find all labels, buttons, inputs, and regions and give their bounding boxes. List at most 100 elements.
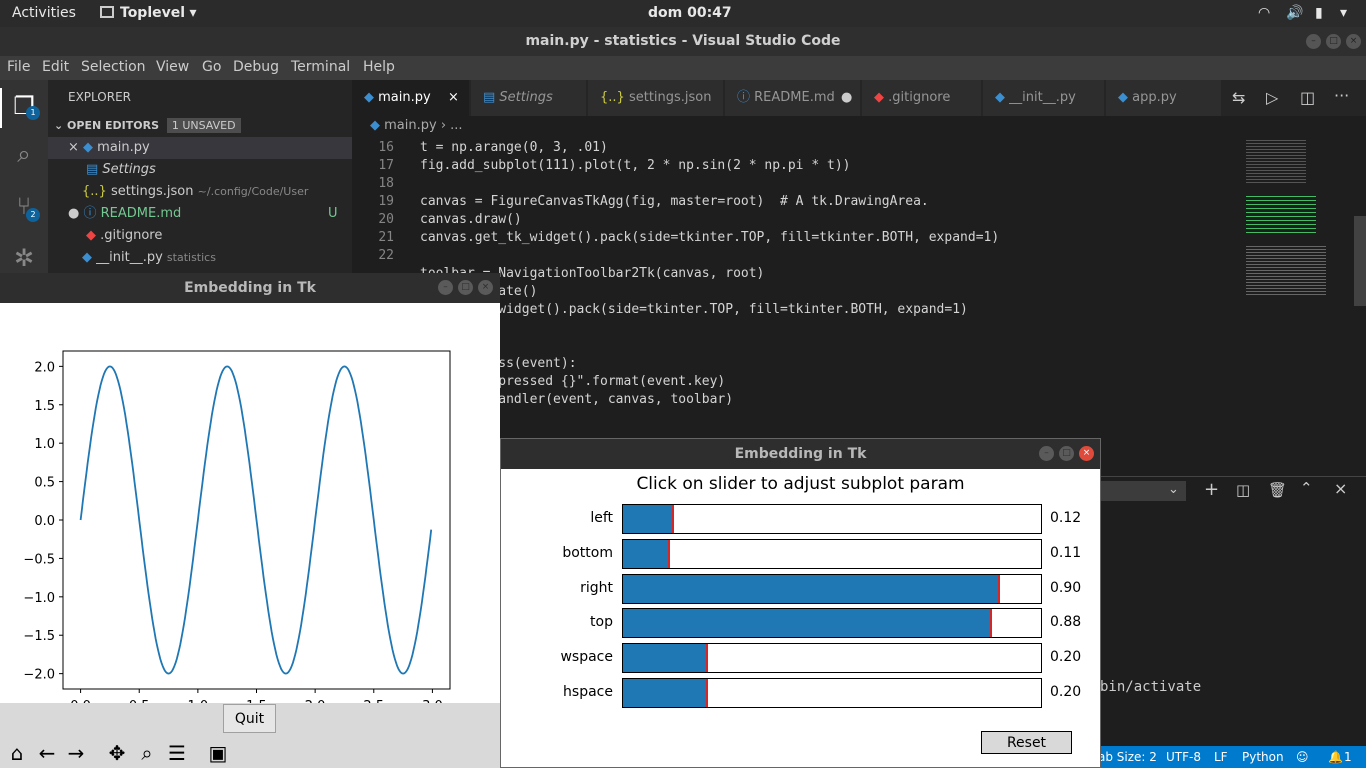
open-editor-gitignore[interactable]: ◆ .gitignore	[48, 225, 352, 247]
open-editor-readme[interactable]: ● ⓘ README.md U	[48, 203, 352, 225]
editor-scrollbar[interactable]	[1354, 136, 1366, 476]
code-line[interactable]: 16 t = np.arange(0, 3, .01)	[352, 139, 1252, 157]
volume-icon[interactable]: 🔊	[1286, 5, 1303, 21]
slider-value-marker	[705, 679, 708, 707]
unsaved-dot-icon[interactable]: ●	[841, 80, 852, 116]
plot-canvas[interactable]: 0.0 0.5 1.0 1.5 2.0 2.5 3.0 2.0 1.5 1.0 0.5 0.0 −0.5…	[0, 303, 500, 714]
code-line[interactable]: 22	[352, 247, 1252, 265]
home-icon[interactable]: ⌂	[4, 740, 30, 766]
save-icon[interactable]: ▣	[205, 740, 231, 766]
slider-top[interactable]	[622, 608, 1042, 639]
split-terminal-icon[interactable]: ◫	[1236, 481, 1250, 499]
slider-left[interactable]	[622, 504, 1042, 534]
tab-settings[interactable]: ▤ Settings	[471, 80, 587, 116]
tab-gitignore[interactable]: ◆ .gitignore	[862, 80, 982, 116]
menu-debug[interactable]: Debug	[233, 59, 279, 75]
info-file-icon: ⓘ	[83, 206, 101, 221]
tab-main-py[interactable]: ◆ main.py ×	[352, 80, 470, 116]
tab-settings-json[interactable]: {..} settings.json	[588, 80, 724, 116]
sine-chart[interactable]: 0.0 0.5 1.0 1.5 2.0 2.5 3.0 2.0 1.5 1.0 0.5 0.0 −0.5…	[0, 303, 500, 714]
slider-label-left: left	[590, 510, 613, 526]
new-terminal-icon[interactable]: +	[1204, 479, 1219, 500]
feedback-icon[interactable]: ☺	[1296, 746, 1309, 768]
open-editors-header[interactable]: ⌄ OPEN EDITORS 1 UNSAVED	[48, 115, 352, 137]
encoding-status[interactable]: UTF-8	[1166, 746, 1201, 768]
menu-view[interactable]: View	[156, 59, 189, 75]
code-line[interactable]: 17 fig.add_subplot(111).plot(t, 2 * np.si…	[352, 157, 1252, 175]
eol-status[interactable]: LF	[1214, 746, 1228, 768]
trash-icon[interactable]: 🗑	[1268, 481, 1287, 499]
open-editor-main-py[interactable]: × ◆ main.py	[48, 137, 352, 159]
slider-wspace[interactable]	[622, 643, 1042, 674]
close-icon[interactable]: ×	[1079, 446, 1094, 461]
debug-icon[interactable]: ✲	[10, 244, 38, 272]
menu-go[interactable]: Go	[202, 59, 221, 75]
untracked-status: U	[328, 206, 338, 221]
battery-icon[interactable]: ▮	[1315, 5, 1323, 21]
maximize-icon[interactable]: □	[1326, 34, 1341, 49]
y-tick-label: 2.0	[34, 360, 55, 375]
tab-readme[interactable]: ⓘ README.md ●	[725, 80, 861, 116]
clock[interactable]: dom 00:47	[648, 5, 732, 21]
minimize-icon[interactable]: –	[1039, 446, 1054, 461]
maximize-icon[interactable]: □	[458, 280, 473, 295]
close-icon[interactable]: ×	[478, 280, 493, 295]
menu-file[interactable]: File	[7, 59, 30, 75]
vscode-title-bar: main.py - statistics - Visual Studio Cod…	[0, 27, 1366, 56]
close-icon[interactable]: ×	[68, 140, 83, 155]
maximize-panel-icon[interactable]: ⌃	[1300, 479, 1313, 497]
back-icon[interactable]: ←	[34, 740, 60, 766]
code-line[interactable]: 20 canvas.draw()	[352, 211, 1252, 229]
close-icon[interactable]: ×	[1346, 34, 1361, 49]
maximize-icon[interactable]: □	[1059, 446, 1074, 461]
menu-edit[interactable]: Edit	[42, 59, 69, 75]
minimize-icon[interactable]: –	[1306, 34, 1321, 49]
split-editor-icon[interactable]: ◫	[1300, 88, 1315, 107]
tab-size-status[interactable]: ab Size: 2	[1098, 746, 1157, 768]
terminal-output[interactable]: bin/activate	[1100, 679, 1201, 695]
reset-button[interactable]: Reset	[981, 731, 1072, 754]
system-menu-chevron-icon[interactable]: ▾	[1340, 5, 1347, 21]
notifications-icon[interactable]: 🔔	[1328, 746, 1343, 768]
tab-app-py[interactable]: ◆ app.py	[1106, 80, 1222, 116]
open-editor-settings[interactable]: ▤ Settings	[48, 159, 352, 181]
terminal-select[interactable]: ⌄	[1100, 481, 1186, 501]
open-editor-settings-json[interactable]: {..} settings.json ~/.config/Code/User	[48, 181, 352, 203]
y-tick-label: 1.5	[34, 399, 55, 414]
more-actions-icon[interactable]: ···	[1334, 86, 1349, 105]
app-menu[interactable]: Toplevel ▾	[100, 5, 197, 21]
menu-help[interactable]: Help	[363, 59, 395, 75]
run-icon[interactable]: ▷	[1266, 88, 1278, 107]
zoom-icon[interactable]: ⌕	[134, 740, 160, 766]
tab-init-py[interactable]: ◆ __init__.py	[983, 80, 1105, 116]
menu-selection[interactable]: Selection	[81, 59, 146, 75]
language-status[interactable]: Python	[1242, 746, 1284, 768]
open-editor-init-py[interactable]: ◆ __init__.py statistics	[48, 247, 352, 269]
code-line[interactable]: 18	[352, 175, 1252, 193]
activities-button[interactable]: Activities	[12, 5, 76, 21]
slider-bottom[interactable]	[622, 538, 1042, 569]
slider-value-right: 0.90	[1050, 579, 1082, 596]
code-line[interactable]: 21 canvas.get_tk_widget().pack(side=tkint…	[352, 229, 1252, 247]
menu-terminal[interactable]: Terminal	[291, 59, 350, 75]
wifi-icon[interactable]: ◠	[1258, 5, 1270, 21]
code-line[interactable]: 19 canvas = FigureCanvasTkAgg(fig, master…	[352, 193, 1252, 211]
search-icon[interactable]: ⌕	[10, 140, 38, 168]
python-file-icon: ◆	[1118, 90, 1133, 105]
chevron-down-icon: ▾	[189, 5, 197, 21]
y-tick-label: −0.5	[23, 552, 55, 567]
slider-right[interactable]	[622, 573, 1042, 604]
close-tab-icon[interactable]: ×	[448, 80, 459, 116]
minimap[interactable]	[1242, 136, 1354, 476]
code-text: _tk_widget().pack(side=tkinter.TOP, fill…	[420, 302, 968, 317]
y-tick-label: −2.0	[23, 668, 55, 683]
subplots-icon[interactable]: ☰	[164, 740, 190, 766]
pan-icon[interactable]: ✥	[104, 740, 130, 766]
forward-icon[interactable]: →	[63, 740, 89, 766]
minimize-icon[interactable]: –	[438, 280, 453, 295]
close-panel-icon[interactable]: ×	[1334, 479, 1347, 498]
slider-hspace[interactable]	[622, 678, 1042, 708]
x-tick-label: 1.5	[246, 699, 267, 703]
compare-icon[interactable]: ⇆	[1232, 88, 1245, 107]
quit-button[interactable]: Quit	[223, 704, 276, 733]
